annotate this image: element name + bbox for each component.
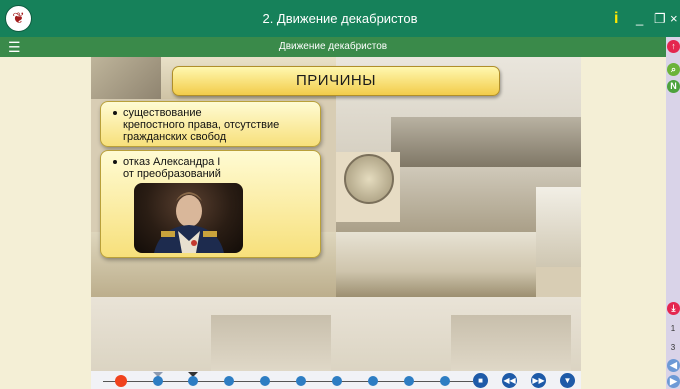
timeline: ■ ◀◀ ▶▶ ▼	[91, 371, 581, 389]
medal-icon	[344, 154, 394, 204]
section-title: Движение декабристов	[278, 41, 388, 52]
sub-header: ☰ Движение декабристов	[0, 37, 666, 57]
reason1-line2: крепостного права, отсутствие	[123, 119, 280, 131]
timeline-point[interactable]	[404, 376, 414, 386]
timeline-point[interactable]	[153, 376, 163, 386]
portrait-image	[154, 192, 224, 253]
title-bar: ❦ 2. Движение декабристов i _ ❐ ×	[0, 0, 680, 37]
timeline-point[interactable]	[296, 376, 306, 386]
reason-card-1: существование крепостного права, отсутст…	[100, 101, 321, 147]
bullet-icon	[113, 111, 117, 115]
download-icon[interactable]: ⤓	[667, 302, 680, 315]
window-title: 2. Движение декабристов	[262, 11, 418, 26]
timeline-point[interactable]	[260, 376, 270, 386]
timeline-point[interactable]	[440, 376, 450, 386]
rewind-button[interactable]: ◀◀	[502, 373, 517, 388]
timeline-point[interactable]	[332, 376, 342, 386]
page-total: 3	[670, 343, 676, 352]
collage-engraving	[91, 57, 161, 99]
search-icon[interactable]: ⌕	[667, 63, 680, 76]
timeline-point[interactable]	[224, 376, 234, 386]
collage-harbor	[336, 232, 536, 297]
collage-portrait-sketch	[536, 187, 581, 267]
forward-button[interactable]: ▶▶	[531, 373, 546, 388]
note-icon[interactable]: N	[667, 80, 680, 93]
prev-page-icon[interactable]: ◀	[667, 359, 680, 372]
page-current: 1	[670, 324, 676, 333]
collage-bridge	[391, 117, 581, 167]
portrait-alexander-i	[134, 183, 243, 253]
slide-heading: ПРИЧИНЫ	[172, 66, 500, 96]
timeline-point-active[interactable]	[115, 375, 127, 387]
right-sidebar: ↑ ⌕ N ⤓ 1 3 ◀ ▶	[666, 37, 680, 389]
reason1-line1: существование	[123, 107, 202, 119]
next-page-icon[interactable]: ▶	[667, 375, 680, 388]
close-button[interactable]: ×	[670, 0, 678, 37]
minimize-button[interactable]: _	[636, 0, 643, 37]
bullet-icon	[113, 160, 117, 164]
down-button[interactable]: ▼	[560, 373, 575, 388]
timeline-point[interactable]	[188, 376, 198, 386]
reason2-line1: отказ Александра I	[123, 156, 221, 168]
timeline-point[interactable]	[368, 376, 378, 386]
info-button[interactable]: i	[614, 0, 618, 37]
stop-button[interactable]: ■	[473, 373, 488, 388]
restore-button[interactable]: ❐	[654, 0, 666, 37]
reason1-line3: гражданских свобод	[123, 131, 227, 143]
scroll-top-icon[interactable]: ↑	[667, 40, 680, 53]
reason2-line2: от преобразований	[123, 168, 221, 180]
